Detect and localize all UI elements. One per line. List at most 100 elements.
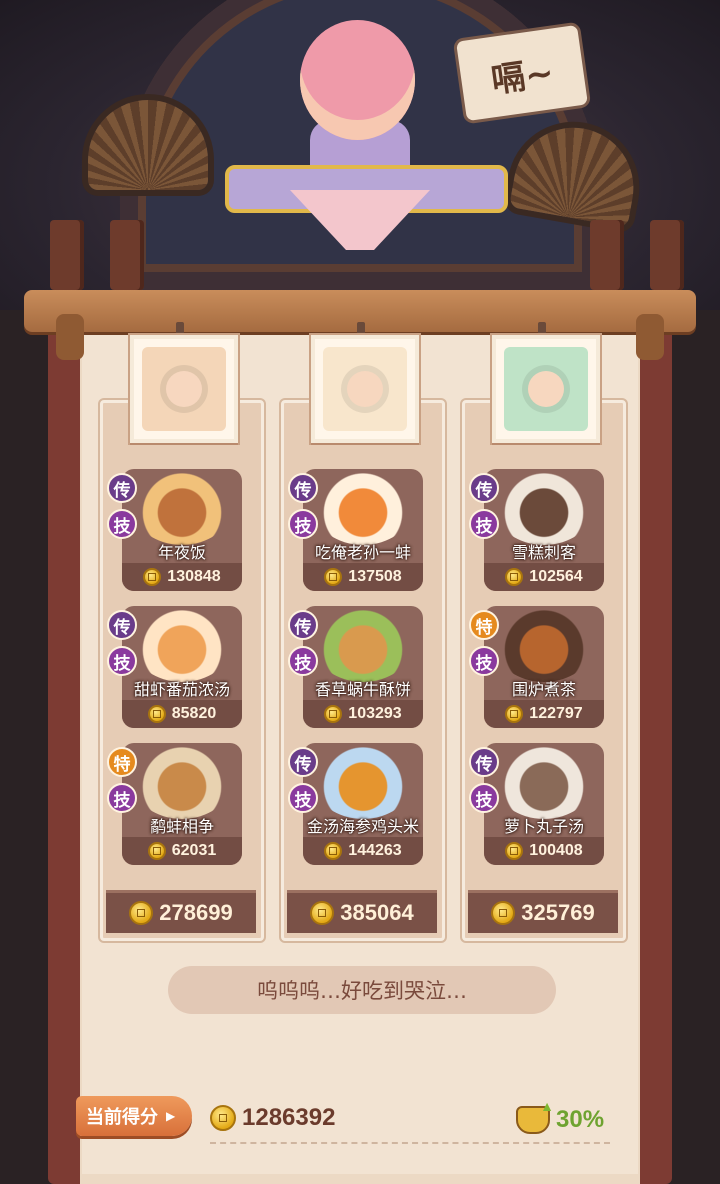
dish-price: 103293: [303, 700, 423, 728]
coin-icon: [147, 842, 166, 860]
speech-bubble: 嗝~: [452, 21, 592, 125]
coin-icon: [491, 901, 516, 925]
rod-knob-left: [56, 314, 84, 360]
dish-price: 144263: [303, 837, 423, 865]
price-value: 103293: [348, 705, 402, 722]
judge-face: [323, 347, 407, 431]
dish-name: 鹬蚌相争: [149, 819, 214, 836]
dish-image: [134, 747, 230, 819]
skill-badge: 技: [469, 646, 499, 676]
coin-icon: [505, 568, 524, 586]
column-total-1: 278699: [106, 890, 256, 933]
dish-card[interactable]: 香草蜗牛酥饼 103293: [303, 606, 423, 728]
score-value: 1286392: [242, 1104, 336, 1131]
score-display: 1286392: [210, 1104, 335, 1132]
dish-price: 122797: [484, 700, 604, 728]
dish-image: [496, 473, 592, 545]
rarity-badge: 传: [107, 610, 137, 640]
dish-price: 62031: [122, 837, 242, 865]
dish-name: 萝卜丸子汤: [503, 819, 584, 836]
rarity-badge: 传: [107, 473, 137, 503]
dish-price: 100408: [484, 837, 604, 865]
skill-badge: 技: [107, 509, 137, 539]
dish-price: 137508: [303, 563, 423, 591]
judge-portrait-2[interactable]: [311, 335, 419, 443]
dish-name: 吃俺老孙一蚌: [314, 545, 411, 562]
coin-icon: [505, 705, 524, 723]
dish-card[interactable]: 萝卜丸子汤 100408: [484, 743, 604, 865]
coin-icon: [147, 705, 166, 723]
dish-name: 甜虾番茄浓汤: [133, 682, 230, 699]
total-value: 325769: [521, 900, 595, 925]
price-value: 100408: [529, 842, 583, 859]
coin-icon: [129, 901, 154, 925]
skill-badge: 技: [469, 783, 499, 813]
dish-card[interactable]: 雪糕刺客 102564: [484, 469, 604, 591]
rarity-badge: 特: [469, 610, 499, 640]
rod-knob-right: [636, 314, 664, 360]
dish-price: 130848: [122, 563, 242, 591]
comment-text: 呜呜呜…好吃到哭泣…: [257, 979, 467, 1003]
bonus-display: 30%: [516, 1098, 605, 1134]
dish-name: 年夜饭: [157, 545, 206, 562]
coin-icon: [310, 901, 335, 925]
dish-card[interactable]: 鹬蚌相争 62031: [122, 743, 242, 865]
dish-card[interactable]: 吃俺老孙一蚌 137508: [303, 469, 423, 591]
dish-card[interactable]: 金汤海参鸡头米 144263: [303, 743, 423, 865]
dish-image: [496, 610, 592, 682]
price-value: 144263: [348, 842, 402, 859]
price-value: 102564: [529, 568, 583, 585]
coin-bag-boost-icon: [516, 1098, 554, 1134]
dish-price: 85820: [122, 700, 242, 728]
score-label-tag: 当前得分 ▶: [76, 1096, 192, 1136]
coin-icon: [324, 568, 343, 586]
price-value: 130848: [167, 568, 221, 585]
play-arrow-icon: ▶: [166, 1109, 176, 1123]
price-value: 137508: [348, 568, 402, 585]
total-value: 385064: [340, 900, 414, 925]
speech-text: 嗝~: [488, 52, 557, 101]
bonus-percent: 30%: [556, 1106, 605, 1133]
coin-icon: [143, 568, 162, 586]
column-total-2: 385064: [287, 890, 437, 933]
skill-badge: 技: [288, 646, 318, 676]
divider: [210, 1142, 610, 1146]
dish-name: 金汤海参鸡头米: [306, 819, 419, 836]
dish-name: 香草蜗牛酥饼: [314, 682, 411, 699]
judge-face: [142, 347, 226, 431]
dish-image: [496, 747, 592, 819]
score-label: 当前得分: [86, 1107, 158, 1128]
total-value: 278699: [159, 900, 233, 925]
judge-portrait-1[interactable]: [130, 335, 238, 443]
judge-face: [504, 347, 588, 431]
dish-card[interactable]: 年夜饭 130848: [122, 469, 242, 591]
column-total-3: 325769: [468, 890, 618, 933]
judge-portrait-3[interactable]: [492, 335, 600, 443]
character-avatar[interactable]: [300, 20, 415, 140]
rarity-badge: 传: [469, 473, 499, 503]
price-value: 62031: [171, 842, 217, 859]
dish-price: 102564: [484, 563, 604, 591]
rarity-badge: 传: [288, 610, 318, 640]
dish-card[interactable]: 甜虾番茄浓汤 85820: [122, 606, 242, 728]
dish-image: [134, 473, 230, 545]
coin-icon: [324, 705, 343, 723]
judge-comment: 呜呜呜…好吃到哭泣…: [168, 966, 556, 1014]
rarity-badge: 传: [288, 747, 318, 777]
game-scene: 嗝~ 年夜饭 130848 传技甜虾番茄浓汤 85820 传技鹬蚌相争 62031 特技吃俺…: [0, 0, 720, 1184]
rarity-badge: 传: [288, 473, 318, 503]
coin-icon: [505, 842, 524, 860]
skill-badge: 技: [107, 783, 137, 813]
dish-image: [134, 610, 230, 682]
dish-card[interactable]: 围炉煮茶 122797: [484, 606, 604, 728]
dish-name: 雪糕刺客: [511, 545, 576, 562]
rarity-badge: 传: [469, 747, 499, 777]
skill-badge: 技: [288, 509, 318, 539]
dish-image: [315, 610, 411, 682]
coin-icon: [210, 1105, 236, 1131]
coin-icon: [324, 842, 343, 860]
price-value: 122797: [529, 705, 583, 722]
dish-name: 围炉煮茶: [511, 682, 576, 699]
dish-image: [315, 747, 411, 819]
rarity-badge: 特: [107, 747, 137, 777]
